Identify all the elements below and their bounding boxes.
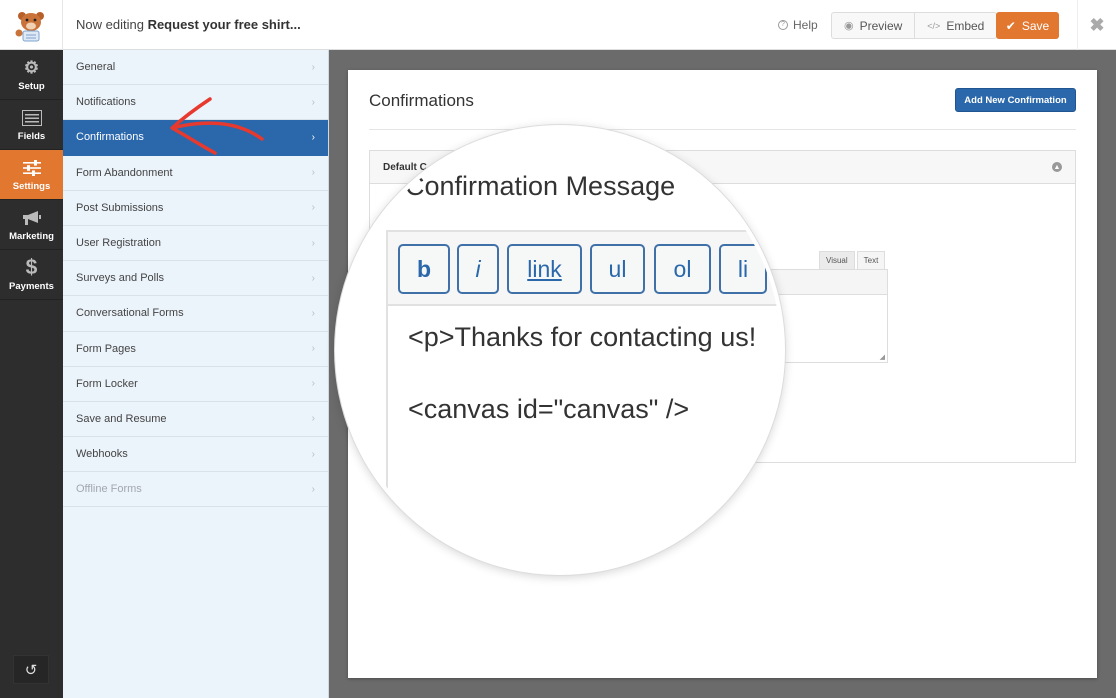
sidebar-item-label: Confirmations (76, 131, 144, 144)
sidebar-item-label: Offline Forms (76, 483, 142, 496)
add-new-confirmation-button[interactable]: Add New Confirmation (955, 88, 1076, 112)
preview-label: Preview (859, 18, 903, 33)
quicktag-link-button[interactable]: link (507, 244, 582, 294)
sliders-icon (22, 158, 41, 178)
quicktag-italic-button[interactable]: i (457, 244, 499, 294)
nav-label: Setup (18, 80, 45, 92)
help-button[interactable]: ? Help (778, 18, 818, 32)
sidebar-item-post-submissions[interactable]: Post Submissions › (63, 191, 328, 226)
editing-title: Now editing Request your free shirt... (76, 17, 301, 32)
close-icon: ✖ (1089, 14, 1105, 35)
code-icon: </> (927, 20, 941, 31)
quicktag-ol-button[interactable]: ol (654, 244, 711, 294)
chevron-right-icon: › (311, 307, 315, 319)
magnified-editor: b i link ul ol li <p>Thanks for contacti… (386, 230, 781, 571)
tab-visual[interactable]: Visual (819, 251, 855, 269)
sidebar-item-label: User Registration (76, 237, 161, 250)
quicktag-bold-button[interactable]: b (398, 244, 450, 294)
embed-label: Embed (946, 18, 985, 33)
nav-payments[interactable]: $ Payments (0, 250, 63, 300)
nav-label: Payments (9, 280, 54, 292)
chevron-right-icon: › (311, 61, 315, 73)
preview-embed-group: ◉ Preview </> Embed (831, 12, 998, 39)
sidebar-item-offline-forms[interactable]: Offline Forms › (63, 472, 328, 508)
sidebar-item-general[interactable]: General › (63, 50, 328, 86)
chevron-right-icon: › (311, 237, 315, 249)
chevron-right-icon: › (311, 202, 315, 214)
nav-label: Fields (17, 130, 46, 142)
chevron-right-icon: › (311, 343, 315, 355)
chevron-right-icon: › (311, 96, 315, 108)
title-prefix: Now editing (76, 17, 144, 32)
sidebar-item-conversational-forms[interactable]: Conversational Forms › (63, 296, 328, 332)
chevron-right-icon: › (311, 378, 315, 390)
tab-text[interactable]: Text (856, 251, 886, 269)
sidebar-item-label: Post Submissions (76, 201, 164, 214)
sidebar-item-form-locker[interactable]: Form Locker › (63, 367, 328, 402)
history-icon: ↺ (24, 661, 38, 679)
confirmation-message-label: Confirmation Message (405, 171, 676, 201)
code-line: <p>Thanks for contacting us! (408, 322, 757, 352)
sidebar-item-save-and-resume[interactable]: Save and Resume › (63, 402, 328, 438)
nav-label: Marketing (9, 230, 54, 242)
dollar-icon: $ (25, 255, 38, 279)
fields-list-icon (21, 108, 42, 128)
eye-icon: ◉ (844, 20, 854, 32)
form-name: Request your free shirt... (147, 17, 301, 32)
help-label: Help (793, 18, 818, 32)
chevron-right-icon: › (311, 272, 315, 284)
builder-nav: ⚙ Setup Fields Settings Marketing $ Paym… (0, 50, 63, 698)
chevron-right-icon: › (311, 167, 315, 179)
sidebar-item-label: General (76, 61, 116, 74)
sidebar-item-webhooks[interactable]: Webhooks › (63, 437, 328, 473)
megaphone-icon (22, 208, 42, 228)
sidebar-item-label: Conversational Forms (76, 307, 184, 320)
quicktag-li-button[interactable]: li (719, 244, 767, 294)
nav-marketing[interactable]: Marketing (0, 200, 63, 250)
chevron-right-icon: › (311, 483, 315, 495)
bear-mascot-logo (0, 0, 63, 50)
sidebar-item-label: Webhooks (76, 448, 128, 461)
gear-icon: ⚙ (23, 57, 40, 77)
nav-settings[interactable]: Settings (0, 150, 63, 200)
logo-icon (15, 12, 44, 42)
sidebar-item-label: Save and Resume (76, 412, 167, 425)
settings-sidebar: General › Notifications › Confirmations › F… (63, 50, 329, 698)
label-clip (384, 164, 406, 204)
resize-handle-icon[interactable]: ◢ (880, 353, 885, 361)
magnifier-callout: Confirmation Message b i link ul ol li <… (335, 125, 785, 575)
chevron-right-icon: › (311, 413, 315, 425)
top-bar: Now editing Request your free shirt... ?… (0, 0, 1116, 50)
sidebar-item-user-registration[interactable]: User Registration › (63, 226, 328, 262)
question-circle-icon: ? (778, 20, 788, 30)
nav-fields[interactable]: Fields (0, 100, 63, 150)
sidebar-item-form-pages[interactable]: Form Pages › (63, 332, 328, 367)
nav-label: Settings (12, 180, 51, 192)
collapse-toggle-icon[interactable]: ▲ (1052, 162, 1062, 172)
sidebar-item-label: Form Pages (76, 342, 136, 355)
sidebar-item-confirmations[interactable]: Confirmations › (63, 120, 328, 156)
sidebar-item-notifications[interactable]: Notifications › (63, 85, 328, 121)
page-title: Confirmations (369, 91, 474, 110)
sidebar-item-surveys-and-polls[interactable]: Surveys and Polls › (63, 261, 328, 297)
sidebar-item-label: Surveys and Polls (76, 272, 165, 285)
quicktag-ul-button[interactable]: ul (590, 244, 645, 294)
editor-tabs: Visual Text (819, 251, 886, 269)
embed-button[interactable]: </> Embed (914, 13, 996, 38)
close-button[interactable]: ✖ (1077, 0, 1116, 50)
preview-button[interactable]: ◉ Preview (832, 13, 914, 38)
chevron-right-icon: › (311, 448, 315, 460)
quicktags-toolbar: b i link ul ol li (388, 232, 781, 306)
code-line: <canvas id="canvas" /> (408, 394, 690, 424)
checkmark-icon: ✔ (1005, 18, 1016, 33)
save-button[interactable]: ✔ Save (996, 12, 1059, 39)
sidebar-item-form-abandonment[interactable]: Form Abandonment › (63, 156, 328, 191)
revisions-button[interactable]: ↺ (13, 655, 49, 684)
sidebar-item-label: Form Locker (76, 377, 138, 390)
save-label: Save (1021, 18, 1050, 33)
chevron-right-icon: › (311, 131, 315, 143)
sidebar-item-label: Notifications (76, 96, 136, 109)
sidebar-item-label: Form Abandonment (76, 166, 173, 179)
nav-setup[interactable]: ⚙ Setup (0, 50, 63, 100)
